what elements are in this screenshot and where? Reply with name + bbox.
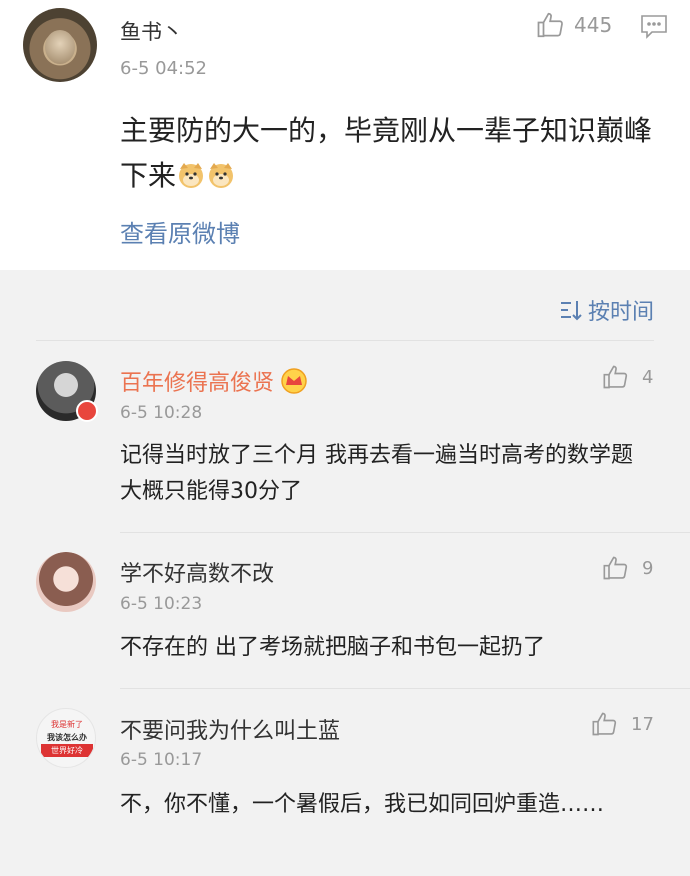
reply-time: 6-5 10:17 [120, 750, 203, 770]
reply-avatar[interactable] [36, 552, 96, 612]
like-count: 4 [642, 366, 654, 388]
sort-by-time-button[interactable]: 按时间 [560, 294, 654, 326]
vip-crown-icon [281, 368, 307, 394]
reply-author[interactable]: 不要问我为什么叫土蓝 [120, 713, 340, 745]
reply-author[interactable]: 学不好高数不改 [120, 556, 274, 588]
reply-avatar[interactable]: 我是新了 我该怎么办 世界好冷 [36, 708, 96, 768]
reply-author-label: 百年修得高俊贤 [120, 371, 275, 396]
reply-text: 不，你不懂，一个暑假后，我已如同回炉重造…… [120, 792, 605, 817]
doge-emoji-icon [179, 163, 204, 188]
like-button[interactable]: 17 [591, 710, 654, 738]
thumbs-up-icon [537, 12, 563, 38]
reply-time: 6-5 10:28 [120, 403, 203, 423]
author-name[interactable]: 鱼书丶 [120, 16, 183, 46]
like-count: 9 [642, 557, 654, 579]
reply-text: 不存在的 出了考场就把脑子和书包一起扔了 [120, 635, 545, 660]
view-original-link[interactable]: 查看原微博 [120, 214, 240, 249]
sort-icon [560, 301, 582, 321]
verified-badge-icon [76, 400, 98, 422]
thumbs-up-icon [592, 712, 617, 736]
like-button[interactable]: 445 [536, 10, 612, 40]
like-button[interactable]: 4 [602, 363, 653, 391]
like-count: 445 [574, 13, 613, 37]
like-count: 17 [631, 713, 654, 735]
comment-text: 主要防的大一的，毕竟刚从一辈子知识巅峰下来 [120, 108, 660, 198]
like-button[interactable]: 9 [602, 554, 653, 582]
cat-photo [45, 30, 75, 64]
avatar-text: 我是新了 我该怎么办 世界好冷 [41, 718, 93, 757]
divider [120, 532, 690, 533]
reply-author[interactable]: 百年修得高俊贤 [120, 365, 308, 397]
comment-time: 6-5 04:52 [120, 58, 207, 79]
reply-time: 6-5 10:23 [120, 594, 203, 614]
thumbs-up-icon [603, 556, 628, 580]
reply-text: 记得当时放了三个月 我再去看一遍当时高考的数学题 大概只能得30分了 [120, 443, 633, 504]
main-comment: 鱼书丶 6-5 04:52 445 主要防的大一的，毕竟刚从一辈子知识巅峰下来 [0, 0, 690, 270]
divider [36, 340, 654, 341]
sort-label: 按时间 [587, 300, 654, 325]
doge-emoji-icon [209, 163, 234, 188]
divider [120, 688, 690, 689]
thumbs-up-icon [603, 365, 628, 389]
reply-menu-icon[interactable] [640, 14, 668, 44]
author-avatar[interactable] [23, 8, 97, 82]
